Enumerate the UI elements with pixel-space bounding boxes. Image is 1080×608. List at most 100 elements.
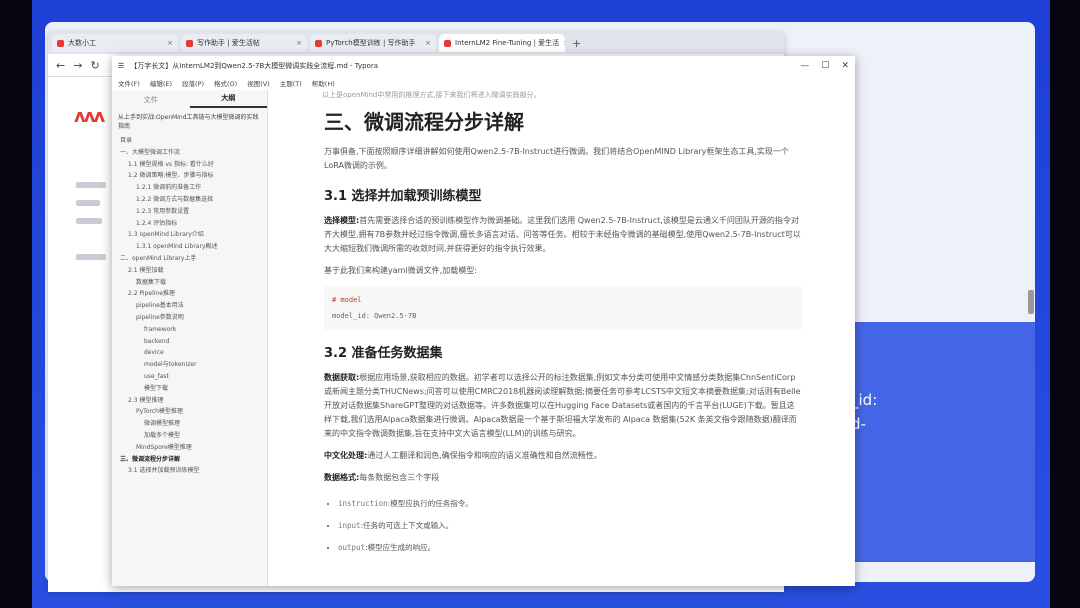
minimize-icon[interactable]: — <box>800 61 809 71</box>
menu-file[interactable]: 文件(F) <box>118 78 140 88</box>
yaml-paragraph: 基于此我们来构建yaml微调文件,加载模型: <box>324 266 477 275</box>
menu-help[interactable]: 帮助(H) <box>312 78 335 88</box>
outline-item[interactable]: 二、openMind Library上手 <box>112 253 267 265</box>
browser-tab[interactable]: 写作助手 | 爱生活帖 × <box>181 34 307 52</box>
code-comment: # model <box>332 296 362 304</box>
list-item: input:任务的可选上下文或输入。 <box>338 515 802 537</box>
outline-item[interactable]: 3.1 选择并加载预训练模型 <box>112 465 267 477</box>
close-icon[interactable]: × <box>296 39 302 47</box>
tab-label: 大数小工 <box>68 39 96 47</box>
outline-item[interactable]: 1.2 微调策略:模型、步骤与指标 <box>112 170 267 182</box>
browser-tab-active[interactable]: InternLM2 Fine-Tuning | 爱生活 × <box>439 34 565 52</box>
outline-item[interactable]: 三、微调流程分步详解 <box>112 454 267 466</box>
field-name: input <box>338 521 361 530</box>
tab-files[interactable]: 文件 <box>112 95 190 108</box>
outline-item[interactable]: 加载多个模型 <box>112 430 267 442</box>
field-desc: :模型应执行的任务指令。 <box>387 499 473 508</box>
menu-view[interactable]: 视图(V) <box>247 78 270 88</box>
browser-tab[interactable]: 大数小工 × <box>52 34 178 52</box>
close-icon[interactable]: × <box>425 39 431 47</box>
outline-item[interactable]: 微调模型推理 <box>112 418 267 430</box>
outline-item[interactable]: pipeline基本用法 <box>112 300 267 312</box>
field-name: instruction <box>338 499 388 508</box>
menu-format[interactable]: 格式(O) <box>214 78 237 88</box>
clipped-paragraph: 以上是openMind中常用的推理方式,接下来我们将进入微调实践部分。 <box>322 91 541 99</box>
localization-paragraph: 中文化处理:通过人工翻译和润色,确保指令和响应的语义准确性和自然流畅性。 <box>324 449 802 463</box>
close-icon[interactable]: ✕ <box>841 61 849 71</box>
new-tab-button[interactable]: + <box>568 37 585 50</box>
outline-item[interactable]: backend <box>112 336 267 348</box>
outline-item[interactable]: PyTorch模型推理 <box>112 406 267 418</box>
outline-item[interactable]: 1.2.4 评估指标 <box>112 218 267 230</box>
close-icon[interactable]: × <box>563 39 565 47</box>
paragraph-lead: 选择模型: <box>324 216 360 225</box>
tab-favicon-icon <box>315 39 322 47</box>
outline-item[interactable]: 目录 <box>112 135 267 147</box>
outline-item[interactable]: 模型下载 <box>112 383 267 395</box>
outline-item[interactable]: pipeline参数说明 <box>112 312 267 324</box>
model-paragraph: 选择模型:首先需要选择合适的预训练模型作为微调基础。这里我们选用 Qwen2.5… <box>324 214 802 256</box>
menu-paragraph[interactable]: 段落(P) <box>182 78 204 88</box>
site-logo: ʌʌʌ <box>74 106 105 127</box>
tab-favicon-icon <box>186 39 193 47</box>
outline-item[interactable]: 2.3 模型推理 <box>112 395 267 407</box>
close-icon[interactable]: × <box>167 39 173 47</box>
video-letterbox-left <box>0 0 32 608</box>
resize-handle[interactable] <box>1028 290 1034 314</box>
intro-paragraph: 万事俱备,下面按照顺序详细讲解如何使用Qwen2.5-7B-Instruct进行… <box>324 147 789 170</box>
sidebar-doc-title: 从上手到实战:OpenMind工具链与大模型微调的实践指南 <box>118 114 259 130</box>
outline-item[interactable]: 1.2.1 微调前的准备工作 <box>112 182 267 194</box>
menu-bar: 文件(F) 编辑(E) 段落(P) 格式(O) 视图(V) 主题(T) 帮助(H… <box>112 76 855 90</box>
paragraph-lead: 数据获取: <box>324 373 360 382</box>
outline-item[interactable]: 1.3.1 openMind Library概述 <box>112 241 267 253</box>
blurred-text <box>76 200 100 206</box>
tab-favicon-icon <box>57 39 64 47</box>
outline-item[interactable]: model与tokenizer <box>112 359 267 371</box>
outline-item[interactable]: 一、大模型微调工作流 <box>112 147 267 159</box>
outline-item[interactable]: MindSpore模型推理 <box>112 442 267 454</box>
outline-item[interactable]: use_fast <box>112 371 267 383</box>
tab-label: 写作助手 | 爱生活帖 <box>197 39 260 47</box>
window-title: 【万字长文】从InternLM2到Qwen2.5-7B大模型微调实践全流程.md… <box>130 62 378 70</box>
outline-item[interactable]: device <box>112 347 267 359</box>
outline-item[interactable]: 2.1 模型加载 <box>112 265 267 277</box>
outline-item[interactable]: 数据集下载 <box>112 277 267 289</box>
window-titlebar: ☰ 【万字长文】从InternLM2到Qwen2.5-7B大模型微调实践全流程.… <box>112 56 855 76</box>
menu-edit[interactable]: 编辑(E) <box>150 78 172 88</box>
field-desc: :模型应生成的响应。 <box>365 543 436 552</box>
reload-icon[interactable]: ↻ <box>90 59 99 72</box>
format-paragraph: 数据格式:每条数据包含三个字段 <box>324 471 802 485</box>
outline-item[interactable]: 1.2.3 常用参数设置 <box>112 206 267 218</box>
outline-item[interactable]: 1.2.2 微调方式与数据集选择 <box>112 194 267 206</box>
paragraph-lead: 数据格式: <box>324 473 360 482</box>
blurred-text <box>76 218 102 224</box>
tab-outline[interactable]: 大纲 <box>189 93 267 108</box>
tab-favicon-icon <box>444 39 451 47</box>
menu-icon[interactable]: ☰ <box>118 62 124 70</box>
outline-list: 目录 一、大模型微调工作流 1.1 模型规格 vs 指标: 看什么好 1.2 微调策略… <box>112 131 267 477</box>
outline-item[interactable]: framework <box>112 324 267 336</box>
back-icon[interactable]: ← <box>56 59 65 72</box>
list-item: instruction:模型应执行的任务指令。 <box>338 493 802 515</box>
paragraph-body: 每条数据包含三个字段 <box>359 473 440 482</box>
browser-tab-bar: 大数小工 × 写作助手 | 爱生活帖 × PyTorch模型训练 | 写作助手 … <box>48 32 784 54</box>
section-heading: 三、微调流程分步详解 <box>324 110 524 134</box>
code-block[interactable]: # model model_id: Qwen2.5-7B <box>324 286 802 330</box>
maximize-icon[interactable]: ☐ <box>821 61 829 71</box>
field-name: output <box>338 543 366 552</box>
paragraph-body: 通过人工翻译和润色,确保指令和响应的语义准确性和自然流畅性。 <box>367 451 602 460</box>
list-item: output:模型应生成的响应。 <box>338 537 802 559</box>
paragraph-lead: 中文化处理: <box>324 451 368 460</box>
paragraph-body: 首先需要选择合适的预训练模型作为微调基础。这里我们选用 Qwen2.5-7B-I… <box>324 216 801 253</box>
editor-content[interactable]: 以上是openMind中常用的推理方式,接下来我们将进入微调实践部分。 三、微调… <box>322 90 802 586</box>
outline-item[interactable]: 2.2 Pipeline推理 <box>112 288 267 300</box>
outline-item[interactable]: 1.1 模型规格 vs 指标: 看什么好 <box>112 159 267 171</box>
browser-tab[interactable]: PyTorch模型训练 | 写作助手 × <box>310 34 436 52</box>
video-letterbox-right <box>1050 0 1080 608</box>
forward-icon[interactable]: → <box>73 59 82 72</box>
menu-theme[interactable]: 主题(T) <box>280 78 302 88</box>
typora-window: ☰ 【万字长文】从InternLM2到Qwen2.5-7B大模型微调实践全流程.… <box>112 56 855 586</box>
sidebar: 文件 大纲 从上手到实战:OpenMind工具链与大模型微调的实践指南 目录 一、… <box>112 90 268 586</box>
code-line: model_id: Qwen2.5-7B <box>332 312 417 320</box>
outline-item[interactable]: 1.3 openMind Library介绍 <box>112 229 267 241</box>
